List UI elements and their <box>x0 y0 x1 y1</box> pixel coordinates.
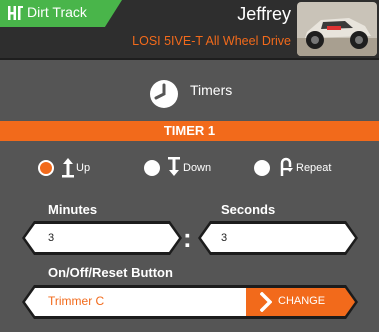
radio-down[interactable] <box>144 160 160 176</box>
radio-up[interactable] <box>38 160 54 176</box>
change-button-label[interactable]: CHANGE <box>278 295 325 307</box>
minutes-value[interactable]: 3 <box>48 232 54 244</box>
seconds-label: Seconds <box>221 202 276 217</box>
button-assign-label: On/Off/Reset Button <box>48 265 173 280</box>
arrow-down-icon <box>168 157 180 176</box>
seconds-value[interactable]: 3 <box>221 232 227 244</box>
button-assign-value[interactable]: Trimmer C <box>48 294 104 308</box>
header-bar: Dirt Track Jeffrey LOSI 5IVE-T All Wheel… <box>0 0 379 58</box>
chevron-right-icon[interactable] <box>260 292 272 312</box>
page-title: Timers <box>190 82 233 98</box>
car-thumbnail-icon[interactable] <box>297 2 377 56</box>
clock-icon <box>150 80 178 108</box>
model-name[interactable]: Jeffrey <box>237 4 291 25</box>
arrow-up-icon <box>62 158 74 178</box>
radio-repeat[interactable] <box>254 160 270 176</box>
time-separator: : <box>183 223 192 253</box>
track-name[interactable]: Dirt Track <box>27 4 87 20</box>
minutes-label: Minutes <box>48 202 98 217</box>
repeat-icon <box>280 157 293 176</box>
option-label-repeat[interactable]: Repeat <box>296 162 331 174</box>
option-label-down[interactable]: Down <box>183 162 211 174</box>
option-label-up[interactable]: Up <box>76 162 90 174</box>
model-description: LOSI 5IVE-T All Wheel Drive <box>132 34 291 48</box>
track-icon <box>8 6 23 20</box>
section-bar: TIMER 1 <box>0 121 379 141</box>
